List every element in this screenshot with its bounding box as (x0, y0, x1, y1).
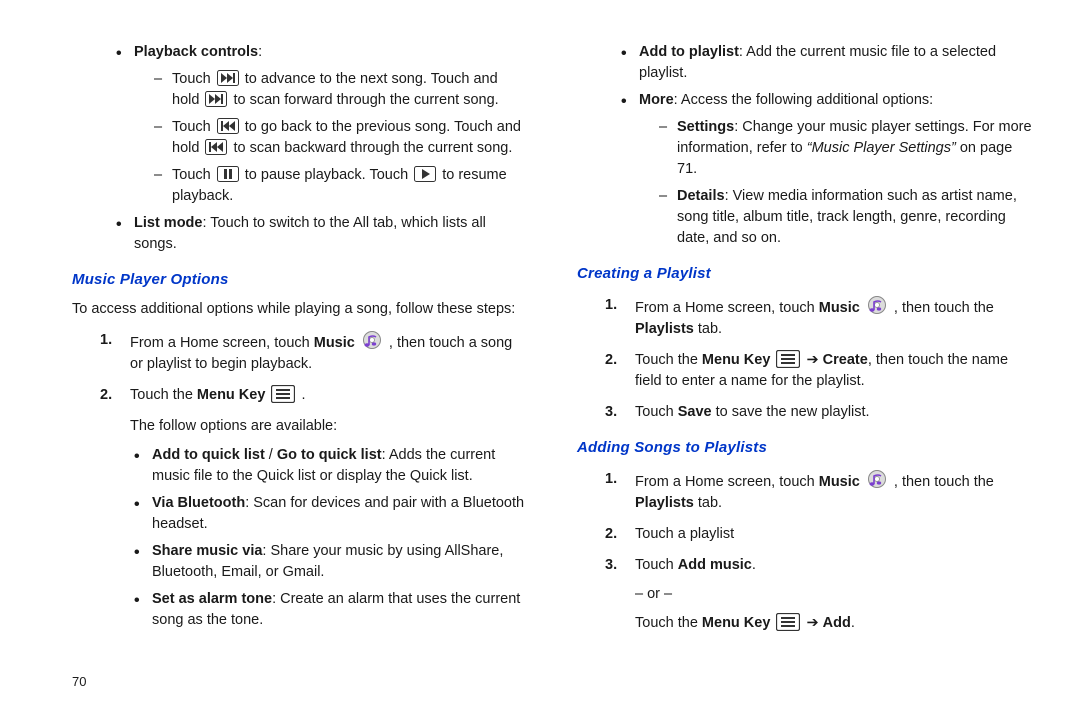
playback-controls-heading: Playback controls (134, 44, 258, 60)
options-step-1: From a Home screen, touch Music , then t… (100, 330, 529, 375)
options-available-label: The follow options are available: (130, 416, 529, 437)
more-settings: Settings: Change your music player setti… (657, 117, 1034, 180)
or-divider: – or – (635, 584, 1034, 605)
option-bluetooth: Via Bluetooth: Scan for devices and pair… (130, 493, 529, 535)
prev-icon (205, 139, 227, 155)
heading-adding-songs: Adding Songs to Playlists (577, 437, 1034, 459)
create-step-3: Touch Save to save the new playlist. (605, 402, 1034, 423)
music-app-icon (866, 295, 888, 315)
option-addplaylist: Add to playlist: Add the current music f… (617, 42, 1034, 84)
menu-key-icon (776, 350, 800, 368)
create-step-1: From a Home screen, touch Music , then t… (605, 295, 1034, 340)
playback-next: Touch to advance to the next song. Touch… (152, 69, 529, 111)
column-right: Add to playlist: Add the current music f… (577, 36, 1034, 674)
column-left: Playback controls: Touch to advance to t… (72, 36, 529, 674)
playback-controls-item: Playback controls: Touch to advance to t… (112, 42, 529, 207)
option-share: Share music via: Share your music by usi… (130, 541, 529, 583)
add-step-2: Touch a playlist (605, 524, 1034, 545)
music-app-icon (866, 469, 888, 489)
manual-page: Playback controls: Touch to advance to t… (0, 0, 1080, 720)
next-icon (205, 91, 227, 107)
add-step-3: Touch Add music. – or – Touch the Menu K… (605, 555, 1034, 634)
music-app-icon (361, 330, 383, 350)
playback-prev: Touch to go back to the previous song. T… (152, 117, 529, 159)
heading-creating-playlist: Creating a Playlist (577, 263, 1034, 285)
playback-pauseplay: Touch to pause playback. Touch to resume… (152, 165, 529, 207)
options-intro: To access additional options while playi… (72, 299, 529, 320)
option-more: More: Access the following additional op… (617, 90, 1034, 249)
page-number: 70 (72, 673, 86, 692)
next-icon (217, 70, 239, 86)
menu-key-icon (776, 613, 800, 631)
heading-music-player-options: Music Player Options (72, 269, 529, 291)
option-alarm: Set as alarm tone: Create an alarm that … (130, 589, 529, 631)
options-step-2: Touch the Menu Key . The follow options … (100, 385, 529, 631)
prev-icon (217, 118, 239, 134)
more-details: Details: View media information such as … (657, 186, 1034, 249)
menu-key-icon (271, 385, 295, 403)
option-quicklist: Add to quick list / Go to quick list: Ad… (130, 445, 529, 487)
create-step-2: Touch the Menu Key ➔ Create, then touch … (605, 350, 1034, 392)
pause-icon (217, 166, 239, 182)
play-icon (414, 166, 436, 182)
list-mode-item: List mode: Touch to switch to the All ta… (112, 213, 529, 255)
add-step-1: From a Home screen, touch Music , then t… (605, 469, 1034, 514)
